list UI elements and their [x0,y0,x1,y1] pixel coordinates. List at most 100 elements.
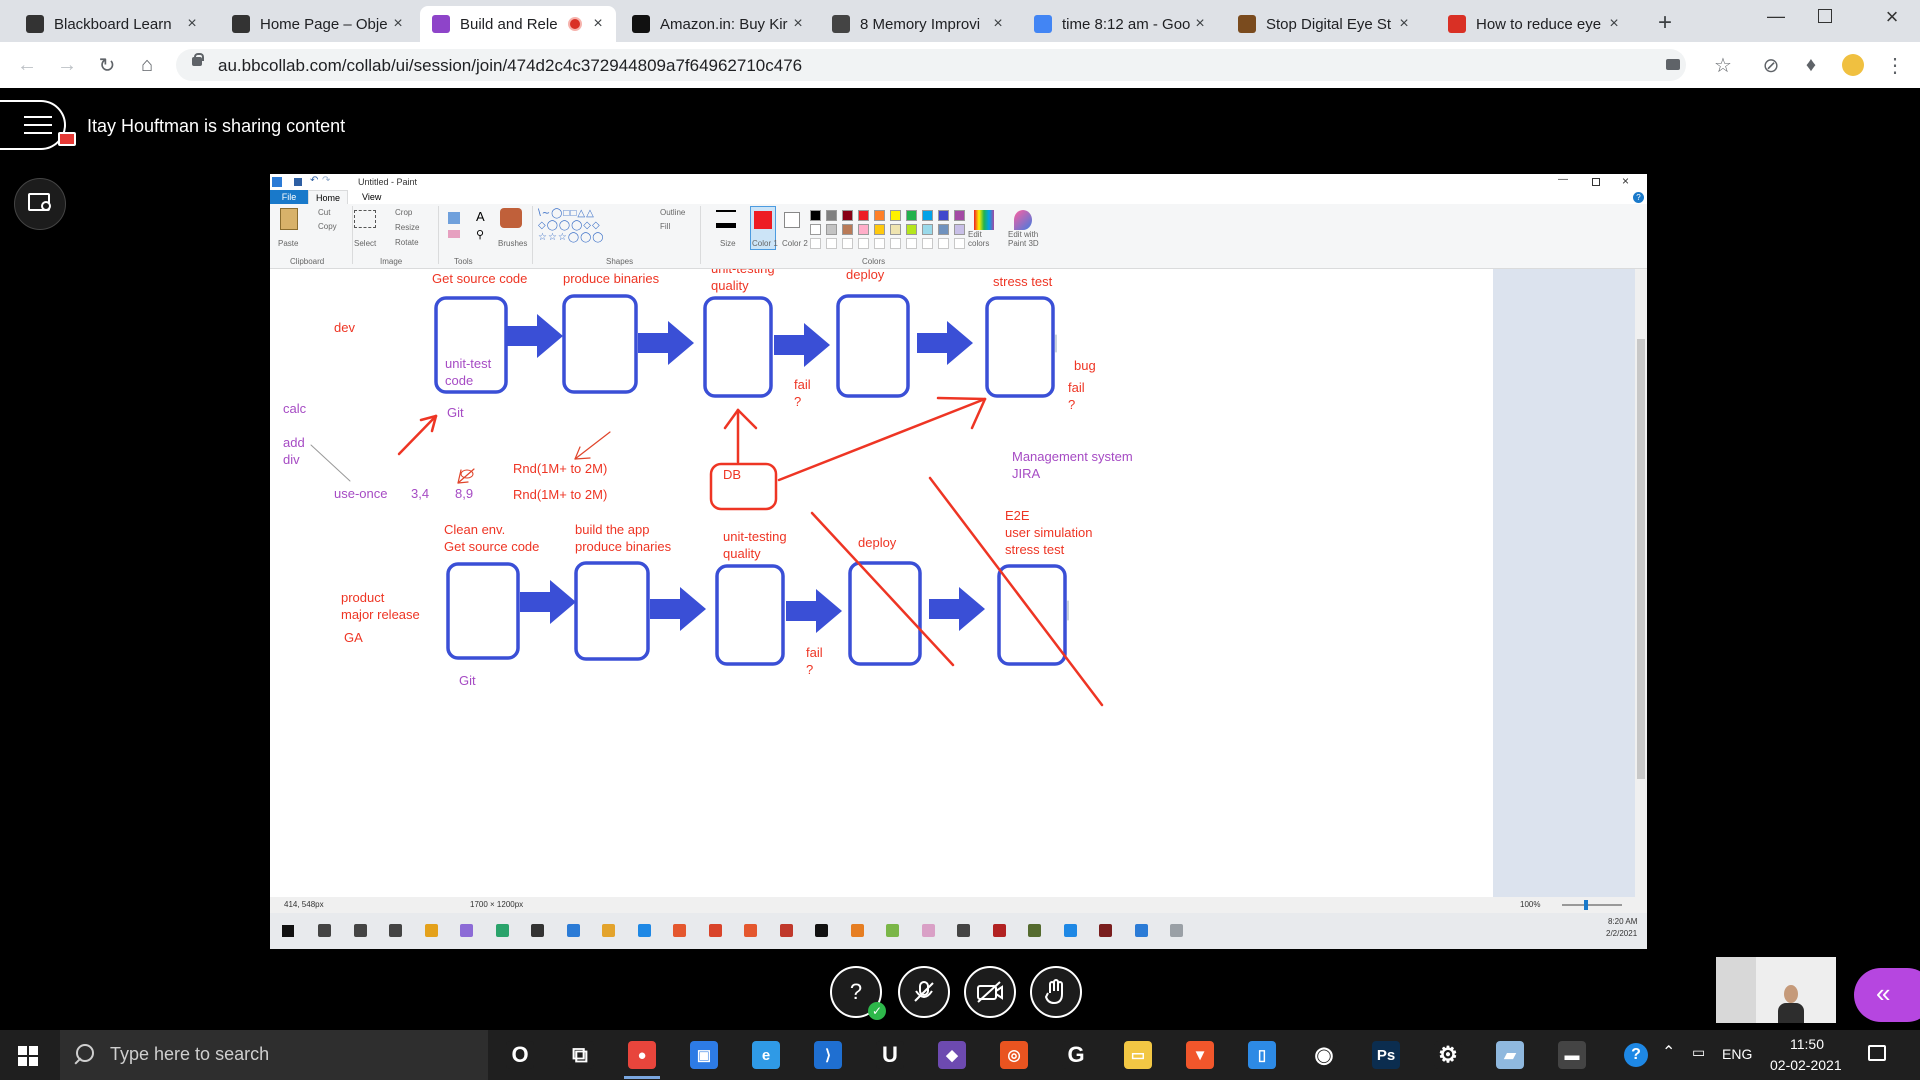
tab-view[interactable]: View [362,190,381,204]
notepad-icon[interactable]: ▯ [1248,1041,1276,1069]
size-icon[interactable] [716,210,736,228]
close-tab-icon[interactable]: × [390,15,406,33]
palette-swatch[interactable] [922,224,933,235]
address-bar[interactable]: au.bbcollab.com/collab/ui/session/join/4… [176,49,1686,81]
palette-swatch[interactable] [826,210,837,221]
palette-swatch[interactable] [954,210,965,221]
edit-colors-icon[interactable] [974,210,994,230]
close-tab-icon[interactable]: × [184,15,200,33]
close-tab-icon[interactable]: × [990,15,1006,33]
palette-swatch[interactable] [858,210,869,221]
profile-avatar[interactable] [1842,54,1864,76]
chrome-icon[interactable]: ● [628,1041,656,1069]
raise-hand-button[interactable] [1030,966,1082,1018]
palette-swatch[interactable] [890,224,901,235]
reload-icon[interactable]: ↻ [92,50,122,80]
cut-label[interactable]: Cut [318,208,330,217]
close-tab-icon[interactable]: × [1606,15,1622,33]
forward-arrow-icon[interactable]: → [52,50,82,80]
palette-empty-swatch[interactable] [954,238,965,249]
help-icon[interactable]: ? [1633,192,1644,203]
quick-save-icon[interactable] [294,178,302,186]
file-explorer-icon[interactable]: ▭ [1124,1041,1152,1069]
participant-video-thumbnail[interactable] [1716,957,1836,1023]
palette-swatch[interactable] [826,224,837,235]
close-window-button[interactable]: × [1876,4,1908,34]
paste-icon[interactable] [280,208,298,230]
session-menu-button[interactable] [0,100,76,150]
ubuntu-icon[interactable]: ◎ [1000,1041,1028,1069]
notification-icon[interactable] [1868,1045,1886,1061]
github-desktop-icon[interactable]: ◉ [1310,1041,1338,1069]
zoom-slider-thumb[interactable] [1584,900,1588,910]
windows-start-icon[interactable] [18,1046,38,1066]
palette-swatch[interactable] [890,210,901,221]
text-tool-icon[interactable]: A [476,209,485,224]
paint-minimize-button[interactable]: — [1558,174,1568,185]
edge-icon[interactable]: e [752,1041,780,1069]
browser-tab[interactable]: time 8:12 am - Goo × [1022,6,1218,42]
color2-swatch[interactable] [784,212,800,228]
close-tab-icon[interactable]: × [1192,15,1208,33]
minimize-window-button[interactable]: — [1760,6,1792,36]
palette-swatch[interactable] [922,210,933,221]
restore-window-button[interactable] [1818,9,1832,23]
tray-help-icon[interactable]: ? [1624,1043,1648,1067]
scrollbar-thumb[interactable] [1637,339,1645,779]
settings-icon[interactable]: ⚙ [1434,1041,1462,1069]
palette-empty-swatch[interactable] [842,238,853,249]
paint3d-icon[interactable] [1014,210,1032,230]
terminal-icon[interactable]: ▬ [1558,1041,1586,1069]
copy-label[interactable]: Copy [318,222,337,231]
bookmark-star-icon[interactable]: ☆ [1708,50,1738,80]
content-view-button[interactable] [14,178,66,230]
tray-chevron-icon[interactable]: ⌃ [1662,1042,1675,1062]
palette-empty-swatch[interactable] [938,238,949,249]
outline-label[interactable]: Outline [660,208,685,217]
undo-icon[interactable]: ↶ [310,175,318,186]
browser-tab[interactable]: Blackboard Learn × [14,6,210,42]
camera-icon[interactable] [1666,59,1680,70]
palette-swatch[interactable] [906,210,917,221]
store-icon[interactable]: ▣ [690,1041,718,1069]
palette-empty-swatch[interactable] [826,238,837,249]
redo-icon[interactable]: ↷ [322,175,330,186]
browser-tab[interactable]: Amazon.in: Buy Kir × [620,6,816,42]
palette-swatch[interactable] [874,224,885,235]
collab-panel-toggle[interactable]: « [1854,968,1920,1022]
menu-kebab-icon[interactable]: ⋮ [1880,50,1910,80]
back-arrow-icon[interactable]: ← [12,50,42,80]
photoshop-icon[interactable]: Ps [1372,1041,1400,1069]
palette-empty-swatch[interactable] [858,238,869,249]
powershell-icon[interactable]: ▰ [1496,1041,1524,1069]
vertical-scrollbar[interactable] [1635,269,1647,897]
zoom-slider[interactable] [1562,904,1622,906]
brushes-icon[interactable] [500,208,522,228]
paint-close-button[interactable]: × [1622,174,1629,188]
task-view-icon[interactable]: ⧉ [566,1041,594,1069]
palette-swatch[interactable] [954,224,965,235]
palette-swatch[interactable] [842,210,853,221]
mute-microphone-button[interactable] [898,966,950,1018]
clock-date[interactable]: 02-02-2021 [1770,1057,1842,1073]
extensions-icon[interactable]: ♦ [1796,50,1826,80]
palette-swatch[interactable] [938,210,949,221]
crop-label[interactable]: Crop [395,208,412,217]
palette-swatch[interactable] [874,210,885,221]
pencil-icon[interactable] [448,212,460,224]
palette-empty-swatch[interactable] [874,238,885,249]
palette-empty-swatch[interactable] [890,238,901,249]
close-tab-icon[interactable]: × [590,15,606,33]
brave-icon[interactable]: ▼ [1186,1041,1214,1069]
browser-tab[interactable]: 8 Memory Improvi × [820,6,1016,42]
palette-empty-swatch[interactable] [906,238,917,249]
cortana-icon[interactable]: O [506,1041,534,1069]
new-tab-button[interactable]: + [1650,8,1680,38]
taskbar-search-box[interactable]: Type here to search [60,1030,488,1080]
close-tab-icon[interactable]: × [790,15,806,33]
palette-swatch[interactable] [810,210,821,221]
close-tab-icon[interactable]: × [1396,15,1412,33]
tray-display-icon[interactable]: ▭ [1692,1044,1705,1061]
browser-tab[interactable]: How to reduce eye × [1436,6,1632,42]
magnifier-icon[interactable]: ⚲ [476,228,484,241]
